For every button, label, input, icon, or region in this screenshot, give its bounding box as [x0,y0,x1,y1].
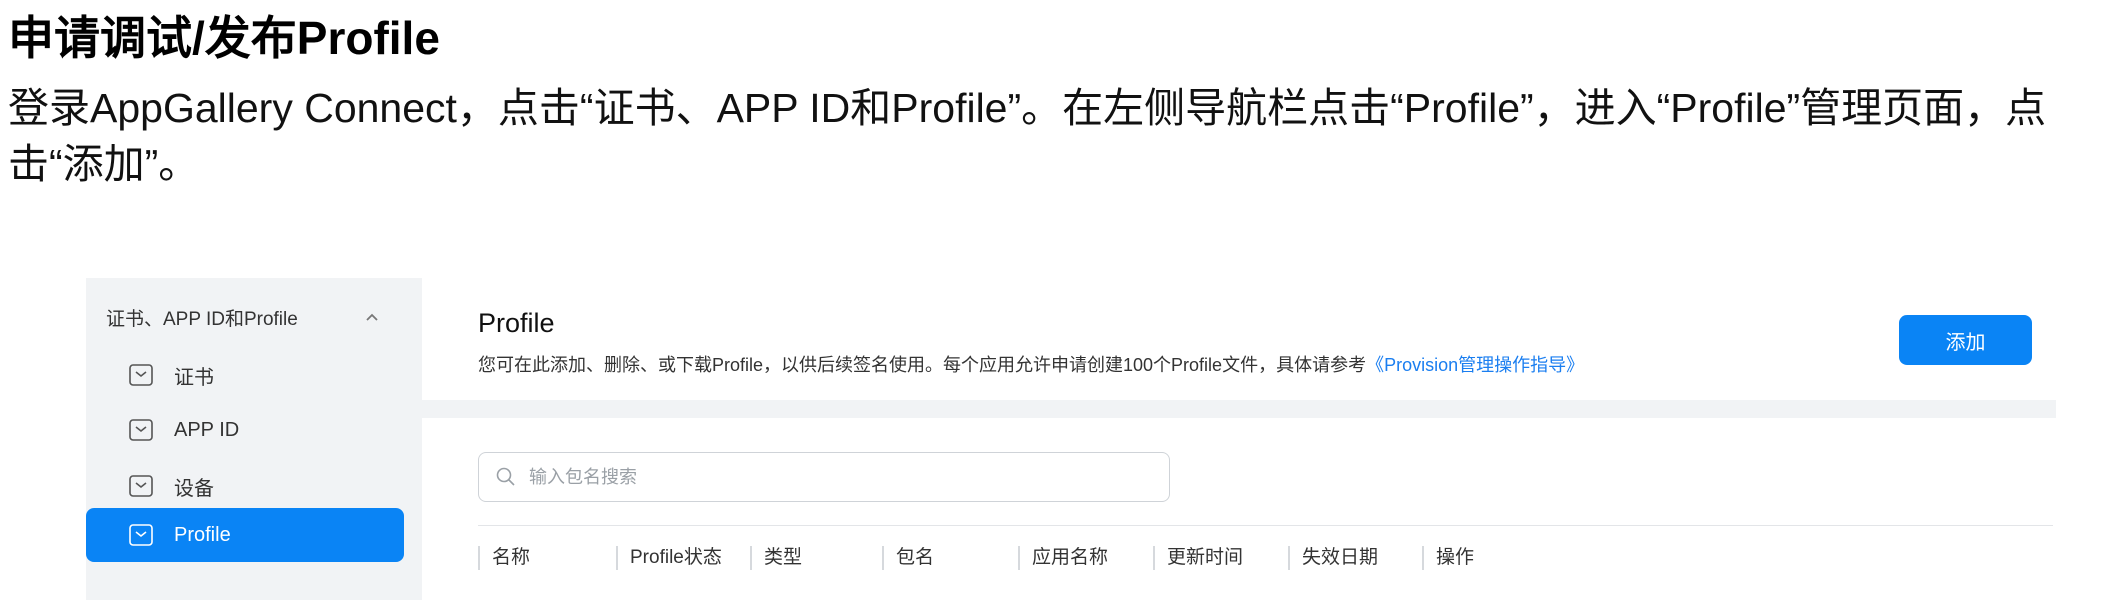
sidebar-item-certificate[interactable]: 证书 [86,348,404,402]
column-header-actions: 操作 [1422,546,1474,570]
profile-list-panel: 名称 Profile状态 类型 包名 应用名称 更新时间 失效日期 操作 [422,418,2056,600]
sidebar-item-profile[interactable]: Profile [86,508,404,562]
sidebar-item-label: APP ID [174,418,240,441]
add-button[interactable]: 添加 [1899,315,2032,365]
search-input[interactable] [529,466,1129,488]
page-description: 您可在此添加、删除、或下载Profile，以供后续签名使用。每个应用允许申请创建… [478,351,1584,377]
sidebar-group-label: 证书、APP ID和Profile [106,308,298,330]
doc-paragraph: 登录AppGallery Connect，点击“证书、APP ID和Profil… [8,85,2047,187]
search-icon [496,467,515,486]
sidebar-group-header[interactable]: 证书、APP ID和Profile [86,290,422,344]
provision-guide-link[interactable]: 《Provision管理操作指导》 [1366,355,1584,375]
certificate-icon [129,364,153,386]
sidebar-item-app-id[interactable]: APP ID [86,403,404,457]
column-header-name: 名称 [478,546,530,570]
page-header: Profile 您可在此添加、删除、或下载Profile，以供后续签名使用。每个… [422,278,2056,400]
column-header-app-name: 应用名称 [1018,546,1108,570]
doc-title: 申请调试/发布Profile [8,12,440,64]
chevron-up-icon [366,313,378,321]
sidebar-item-device[interactable]: 设备 [86,459,404,513]
description-text: 您可在此添加、删除、或下载Profile，以供后续签名使用。每个应用允许申请创建… [478,355,1367,375]
sidebar-item-label: 证书 [174,366,214,389]
table-divider [478,525,2053,526]
app-id-icon [129,419,153,441]
sidebar-item-label: 设备 [174,477,214,500]
search-box[interactable] [478,452,1170,502]
device-icon [129,475,153,497]
column-header-type: 类型 [750,546,802,570]
sidebar: 证书、APP ID和Profile 证书 APP ID 设备 Profile [86,278,422,600]
column-header-profile-status: Profile状态 [616,546,722,570]
app-screenshot: 证书、APP ID和Profile 证书 APP ID 设备 Profile P… [86,278,2056,600]
profile-icon [129,524,153,546]
column-header-package-name: 包名 [882,546,934,570]
column-header-expiry-date: 失效日期 [1288,546,1378,570]
column-header-updated-time: 更新时间 [1153,546,1243,570]
sidebar-item-label: Profile [174,523,231,546]
page-title: Profile [478,308,555,338]
